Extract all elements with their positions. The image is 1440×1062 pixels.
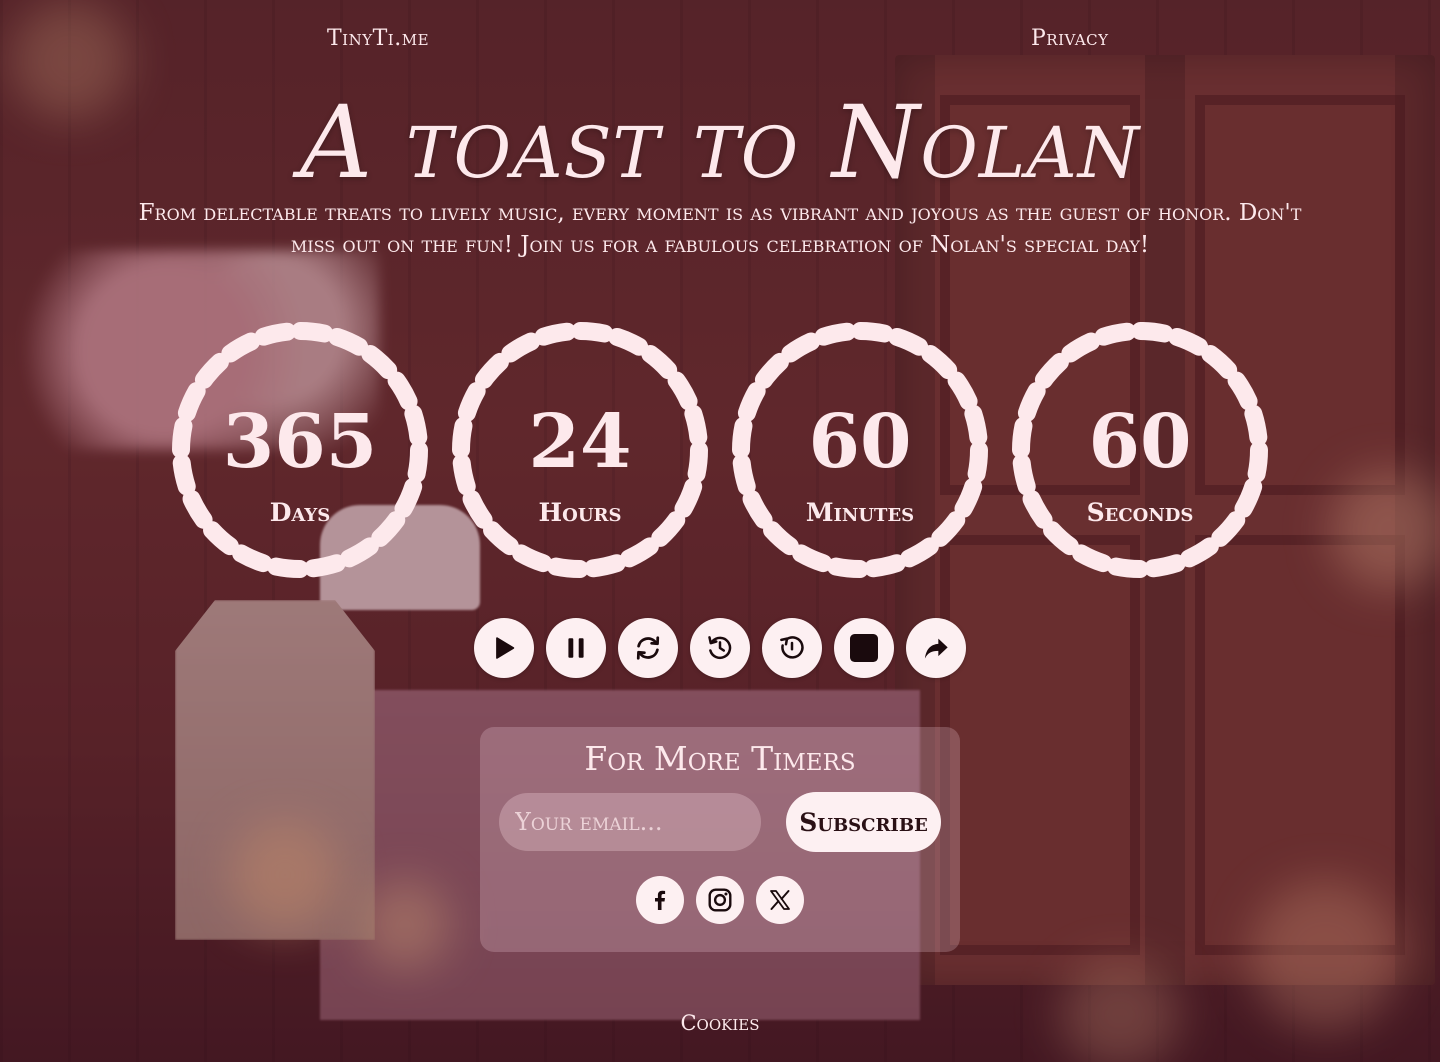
reset-timer-icon	[780, 636, 804, 659]
stop-icon	[850, 634, 878, 662]
seconds-label: Seconds	[1086, 498, 1194, 527]
play-icon	[496, 637, 515, 659]
countdown-seconds: 60 Seconds	[1010, 320, 1270, 580]
email-input[interactable]	[499, 793, 761, 851]
countdown-days: 365 Days	[170, 320, 430, 580]
refresh-button[interactable]	[618, 618, 678, 678]
facebook-link[interactable]	[636, 876, 684, 924]
days-label: Days	[269, 498, 331, 527]
timer-controls	[474, 618, 974, 680]
minutes-value: 60	[808, 399, 912, 485]
reset-timer-button[interactable]	[762, 618, 822, 678]
share-icon	[924, 638, 948, 659]
minutes-label: Minutes	[805, 498, 915, 527]
countdown: 365 Days 24 Hours 60 Minutes 60 Seconds	[0, 320, 1440, 580]
instagram-icon	[708, 888, 732, 912]
share-button[interactable]	[906, 618, 966, 678]
social-links	[636, 876, 806, 926]
seconds-value: 60	[1088, 399, 1192, 485]
play-button[interactable]	[474, 618, 534, 678]
top-nav: TinyTi.me Privacy	[0, 26, 1440, 56]
brand-link[interactable]: TinyTi.me	[327, 26, 429, 51]
cookies-link[interactable]: Cookies	[680, 1011, 759, 1035]
page-title: A toast to Nolan	[299, 84, 1141, 201]
stop-button[interactable]	[834, 618, 894, 678]
subscribe-heading: For More Timers	[584, 739, 856, 778]
footer: Cookies	[0, 1011, 1440, 1035]
subscribe-card: For More Timers Subscribe	[480, 727, 960, 952]
pause-button[interactable]	[546, 618, 606, 678]
hours-label: Hours	[538, 498, 622, 527]
event-description: From delectable treats to lively music, …	[138, 200, 1302, 258]
history-button[interactable]	[690, 618, 750, 678]
pause-icon	[568, 638, 584, 658]
privacy-link[interactable]: Privacy	[1031, 26, 1109, 51]
instagram-link[interactable]	[696, 876, 744, 924]
x-icon	[770, 890, 790, 910]
facebook-icon	[655, 890, 666, 910]
countdown-minutes: 60 Minutes	[730, 320, 990, 580]
history-icon	[708, 636, 732, 660]
subscribe-button[interactable]: Subscribe	[786, 792, 941, 852]
days-value: 365	[222, 399, 378, 485]
refresh-icon	[636, 636, 660, 660]
hours-value: 24	[528, 399, 632, 485]
x-link[interactable]	[756, 876, 804, 924]
countdown-hours: 24 Hours	[450, 320, 710, 580]
